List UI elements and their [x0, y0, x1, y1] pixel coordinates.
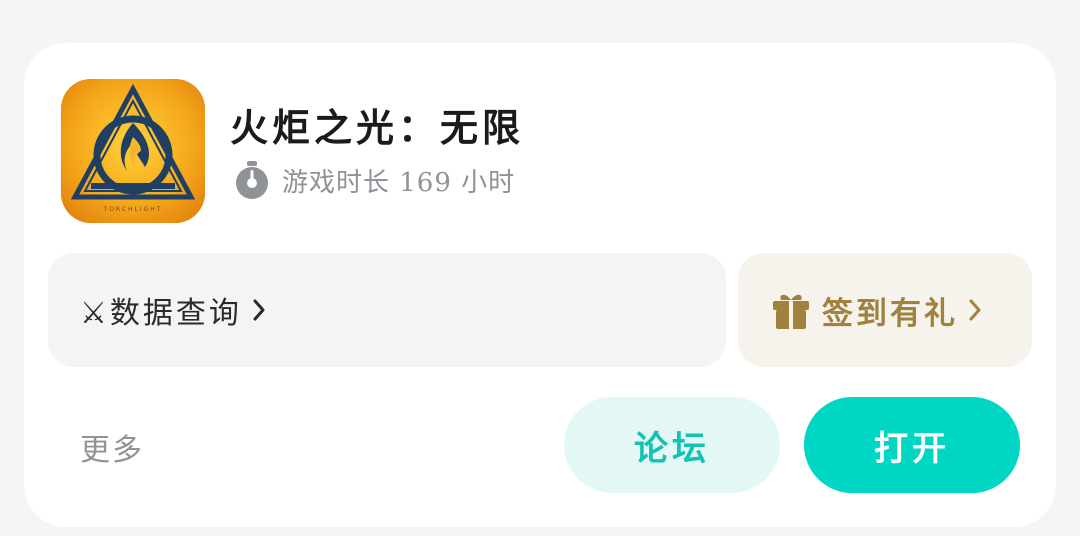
more-link[interactable]: 更多	[80, 425, 144, 469]
data-query-label: ⚔数据查询	[80, 296, 242, 331]
playtime-text: 游戏时长 169 小时	[282, 167, 516, 198]
chevron-right-icon	[969, 299, 981, 321]
svg-text:TORCHLIGHT: TORCHLIGHT	[103, 206, 163, 213]
game-card: TORCHLIGHT 火炬之光：无限 游戏时长 169 小时 ⚔数据查询 签到有…	[24, 43, 1056, 527]
playtime-row: 游戏时长 169 小时	[234, 160, 515, 200]
stopwatch-icon	[236, 161, 268, 199]
data-query-button[interactable]: ⚔数据查询	[48, 253, 726, 367]
signin-reward-button[interactable]: 签到有礼	[738, 253, 1032, 367]
chevron-right-icon	[253, 299, 265, 321]
game-logo-icon[interactable]: TORCHLIGHT	[61, 79, 205, 223]
game-title: 火炬之光：无限	[230, 105, 525, 150]
open-button[interactable]: 打开	[804, 397, 1020, 493]
signin-label: 签到有礼	[822, 295, 958, 332]
forum-button[interactable]: 论坛	[564, 397, 780, 493]
gift-icon	[773, 294, 809, 329]
